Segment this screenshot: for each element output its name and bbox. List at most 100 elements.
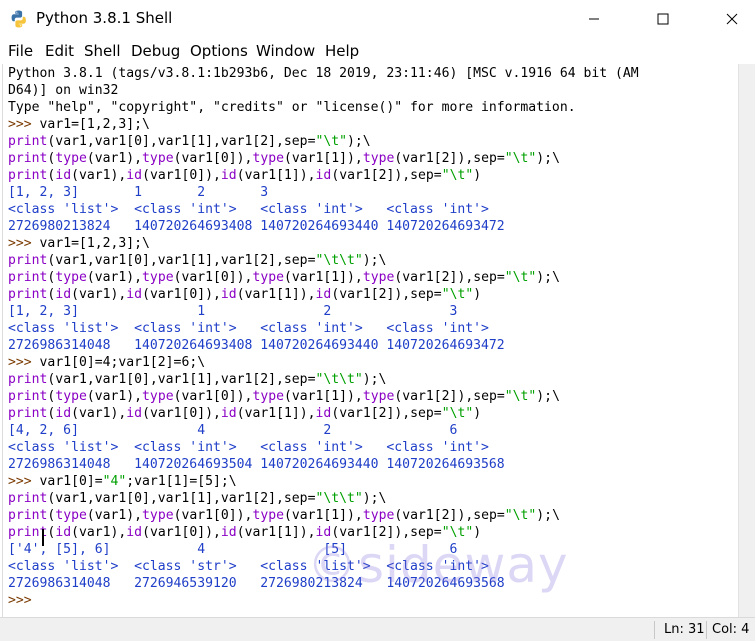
minimize-button[interactable] xyxy=(571,0,617,38)
builtin-name: type xyxy=(55,389,87,404)
code-line: print(var1,var1[0],var1[1],var1[2],sep="… xyxy=(8,134,371,149)
string-literal: "\t" xyxy=(504,389,537,404)
builtin-name: type xyxy=(252,151,284,166)
builtin-name: id xyxy=(315,287,332,302)
output-line: [4, 2, 6] 4 2 6 xyxy=(8,423,458,438)
output-line: 2726980213824 140720264693408 1407202646… xyxy=(8,219,505,234)
builtin-name: type xyxy=(362,151,395,166)
builtin-name: type xyxy=(362,389,395,404)
command-text: var1[0]=4;var1[2]=6;\ xyxy=(39,355,206,370)
window-title: Python 3.8.1 Shell xyxy=(36,9,173,27)
string-literal: "\t" xyxy=(504,270,537,285)
string-literal: "\t\t" xyxy=(315,491,363,506)
menu-debug[interactable]: Debug xyxy=(131,42,180,60)
builtin-name: print xyxy=(8,134,48,149)
output-line: <class 'list'> <class 'int'> <class 'int… xyxy=(8,321,489,336)
string-literal: "\t\t" xyxy=(315,253,363,268)
string-literal: "4" xyxy=(102,474,127,489)
builtin-name: print xyxy=(8,151,48,166)
output-line: 2726986314048 140720264693504 1407202646… xyxy=(8,457,505,472)
prompt-line: >>> var1[0]=4;var1[2]=6;\ xyxy=(8,354,205,371)
prompt-line: >>> var1=[1,2,3];\ xyxy=(8,235,150,252)
builtin-name: type xyxy=(362,270,395,285)
builtin-name: type xyxy=(252,508,284,523)
builtin-name: type xyxy=(142,270,174,285)
string-literal: "\t" xyxy=(504,508,537,523)
status-column: Col: 4 xyxy=(712,622,750,637)
banner-line: Python 3.8.1 (tags/v3.8.1:1b293b6, Dec 1… xyxy=(8,66,639,81)
builtin-name: id xyxy=(220,168,237,183)
title-bar: Python 3.8.1 Shell xyxy=(0,0,755,38)
code-line: print(id(var1),id(var1[0]),id(var1[1]),i… xyxy=(8,406,482,421)
final-prompt: >>> xyxy=(8,593,40,608)
maximize-icon xyxy=(657,13,669,25)
output-line: [1, 2, 3] 1 2 3 xyxy=(8,185,269,200)
string-literal: "\t" xyxy=(504,151,537,166)
builtin-name: type xyxy=(55,508,87,523)
builtin-name: id xyxy=(315,168,332,183)
close-icon xyxy=(726,13,738,25)
builtin-name: type xyxy=(55,151,87,166)
close-button[interactable] xyxy=(709,0,755,38)
output-line: <class 'list'> <class 'int'> <class 'int… xyxy=(8,440,489,455)
builtin-name: id xyxy=(126,287,143,302)
menu-help[interactable]: Help xyxy=(325,42,359,60)
builtin-name: id xyxy=(220,406,237,421)
code-line: print(type(var1),type(var1[0]),type(var1… xyxy=(8,270,560,285)
status-line: Ln: 31 xyxy=(664,622,705,637)
menu-window[interactable]: Window xyxy=(256,42,315,60)
builtin-name: id xyxy=(126,406,143,421)
builtin-name: id xyxy=(315,406,332,421)
string-literal: "\t" xyxy=(315,134,347,149)
menu-file[interactable]: File xyxy=(8,42,33,60)
string-literal: "\t" xyxy=(441,287,474,302)
string-literal: "\t" xyxy=(441,168,474,183)
builtin-name: type xyxy=(142,389,174,404)
string-literal: "\t\t" xyxy=(315,372,363,387)
prompt: >>> xyxy=(8,474,40,489)
builtin-name: type xyxy=(362,508,395,523)
builtin-name: id xyxy=(126,168,143,183)
builtin-name: type xyxy=(142,508,174,523)
shell-text-area[interactable]: Python 3.8.1 (tags/v3.8.1:1b293b6, Dec 1… xyxy=(2,64,738,617)
builtin-name: print xyxy=(8,389,48,404)
banner-line: D64)] on win32 xyxy=(8,83,119,98)
command-text: var1[0]="4";var1[1]=[5];\ xyxy=(39,474,237,489)
menu-shell[interactable]: Shell xyxy=(84,42,121,60)
builtin-name: print xyxy=(8,372,48,387)
menu-options[interactable]: Options xyxy=(190,42,248,60)
output-line: <class 'list'> <class 'int'> <class 'int… xyxy=(8,202,489,217)
code-line: print(id(var1),id(var1[0]),id(var1[1]),i… xyxy=(8,168,482,183)
code-line: print(var1,var1[0],var1[1],var1[2],sep="… xyxy=(8,491,387,506)
menu-edit[interactable]: Edit xyxy=(45,42,74,60)
code-line: print(var1,var1[0],var1[1],var1[2],sep="… xyxy=(8,372,387,387)
code-line: print(id(var1),id(var1[0]),id(var1[1]),i… xyxy=(8,287,482,302)
code-line: print(type(var1),type(var1[0]),type(var1… xyxy=(8,389,560,404)
builtin-name: print xyxy=(8,508,48,523)
output-line: 2726986314048 140720264693408 1407202646… xyxy=(8,338,505,353)
maximize-button[interactable] xyxy=(640,0,686,38)
minimize-icon xyxy=(589,18,599,20)
prompt-line: >>> var1=[1,2,3];\ xyxy=(8,116,150,133)
builtin-name: type xyxy=(55,270,87,285)
builtin-name: id xyxy=(55,525,72,540)
status-separator xyxy=(654,621,655,639)
status-bar: Ln: 31 Col: 4 xyxy=(0,617,755,641)
builtin-name: id xyxy=(126,525,143,540)
string-literal: "\t" xyxy=(441,406,474,421)
vertical-scrollbar[interactable] xyxy=(738,64,755,617)
code-line: print(var1,var1[0],var1[1],var1[2],sep="… xyxy=(8,253,387,268)
output-line: [1, 2, 3] 1 2 3 xyxy=(8,304,458,319)
code-line: print(type(var1),type(var1[0]),type(var1… xyxy=(8,151,560,166)
python-icon xyxy=(11,10,26,28)
builtin-name: id xyxy=(55,287,72,302)
builtin-name: type xyxy=(252,270,284,285)
builtin-name: print xyxy=(8,406,48,421)
builtin-name: id xyxy=(220,525,237,540)
menu-bar: File Edit Shell Debug Options Window Hel… xyxy=(0,38,755,64)
builtin-name: id xyxy=(55,406,72,421)
builtin-name: print xyxy=(8,270,48,285)
builtin-name: type xyxy=(252,389,284,404)
status-separator xyxy=(706,621,707,639)
command-text: var1=[1,2,3];\ xyxy=(39,117,150,132)
